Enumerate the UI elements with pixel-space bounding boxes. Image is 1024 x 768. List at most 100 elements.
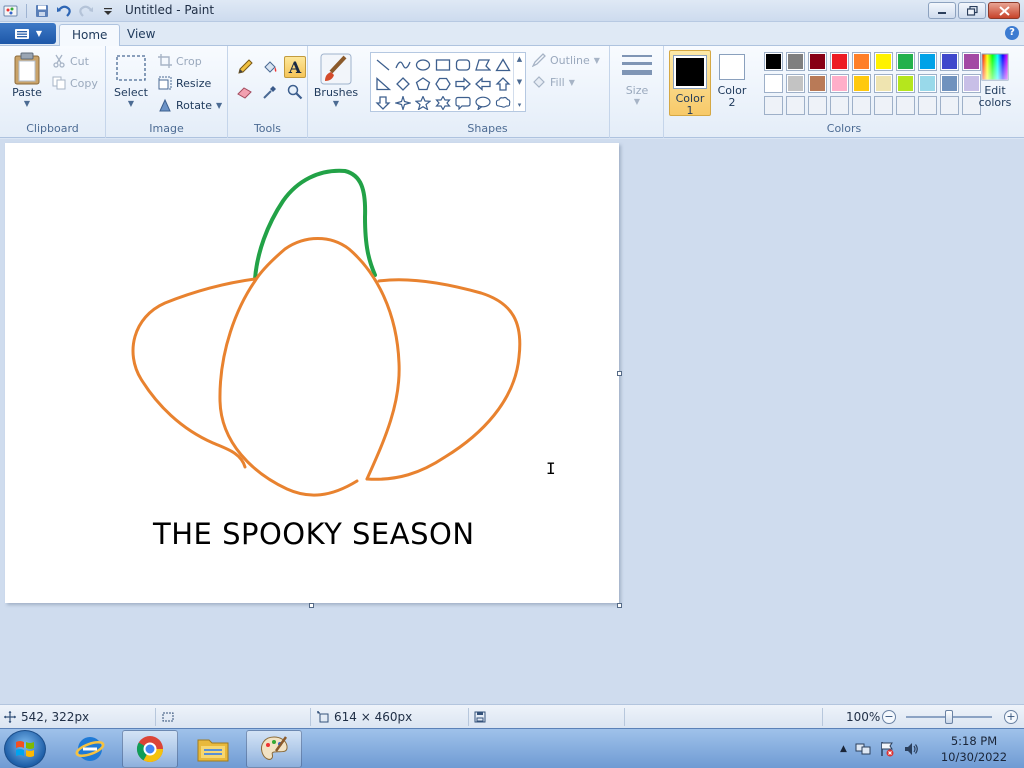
palette-swatch[interactable] bbox=[918, 52, 937, 71]
brushes-dropdown-icon[interactable]: ▼ bbox=[333, 99, 339, 108]
tab-view[interactable]: View bbox=[115, 24, 167, 46]
palette-swatch[interactable] bbox=[852, 52, 871, 71]
size-dropdown-icon[interactable]: ▼ bbox=[634, 97, 640, 106]
palette-swatch[interactable] bbox=[786, 52, 805, 71]
color-picker-icon[interactable] bbox=[259, 81, 281, 103]
undo-icon[interactable] bbox=[55, 2, 73, 20]
taskbar-clock[interactable]: 5:18 PM 10/30/2022 bbox=[932, 733, 1016, 765]
palette-swatch[interactable] bbox=[830, 52, 849, 71]
six-point-star-shape-icon[interactable] bbox=[433, 93, 453, 112]
palette-empty-slot[interactable] bbox=[918, 96, 937, 115]
four-point-star-shape-icon[interactable] bbox=[393, 93, 413, 112]
hexagon-shape-icon[interactable] bbox=[433, 74, 453, 93]
action-center-icon[interactable] bbox=[879, 741, 895, 757]
resize-handle-right[interactable] bbox=[617, 371, 622, 376]
polygon-shape-icon[interactable] bbox=[473, 55, 493, 74]
palette-swatch[interactable] bbox=[874, 74, 893, 93]
cut-button[interactable]: Cut bbox=[52, 51, 89, 71]
rounded-rectangle-shape-icon[interactable] bbox=[453, 55, 473, 74]
minimize-button[interactable] bbox=[928, 2, 956, 19]
zoom-slider-thumb[interactable] bbox=[945, 710, 953, 724]
five-point-star-shape-icon[interactable] bbox=[413, 93, 433, 112]
palette-empty-slot[interactable] bbox=[874, 96, 893, 115]
palette-swatch[interactable] bbox=[918, 74, 937, 93]
palette-swatch[interactable] bbox=[808, 74, 827, 93]
oval-callout-shape-icon[interactable] bbox=[473, 93, 493, 112]
triangle-shape-icon[interactable] bbox=[493, 55, 513, 74]
fill-button[interactable]: Fill ▼ bbox=[532, 72, 575, 92]
palette-swatch[interactable] bbox=[852, 74, 871, 93]
palette-empty-slot[interactable] bbox=[852, 96, 871, 115]
size-button[interactable]: Size ▼ bbox=[618, 52, 656, 106]
zoom-in-button[interactable]: + bbox=[1004, 710, 1018, 724]
palette-empty-slot[interactable] bbox=[808, 96, 827, 115]
rounded-callout-shape-icon[interactable] bbox=[453, 93, 473, 112]
right-arrow-shape-icon[interactable] bbox=[453, 74, 473, 93]
resize-handle-bottom[interactable] bbox=[309, 603, 314, 608]
paint-app-icon[interactable] bbox=[2, 2, 20, 20]
palette-empty-slot[interactable] bbox=[940, 96, 959, 115]
close-button[interactable] bbox=[988, 2, 1020, 19]
fill-bucket-icon[interactable] bbox=[259, 56, 281, 78]
scroll-up-icon[interactable]: ▲ bbox=[517, 55, 522, 63]
palette-swatch[interactable] bbox=[940, 52, 959, 71]
palette-swatch[interactable] bbox=[940, 74, 959, 93]
redo-icon[interactable] bbox=[77, 2, 95, 20]
palette-empty-slot[interactable] bbox=[764, 96, 783, 115]
customize-qat-icon[interactable] bbox=[99, 2, 117, 20]
palette-swatch[interactable] bbox=[808, 52, 827, 71]
resize-button[interactable]: Resize bbox=[158, 73, 211, 93]
select-button[interactable]: Select ▼ bbox=[114, 54, 148, 108]
eraser-icon[interactable] bbox=[234, 81, 256, 103]
copy-button[interactable]: Copy bbox=[52, 73, 98, 93]
right-triangle-shape-icon[interactable] bbox=[373, 74, 393, 93]
cloud-callout-shape-icon[interactable] bbox=[493, 93, 513, 112]
resize-handle-corner[interactable] bbox=[617, 603, 622, 608]
rotate-dropdown-icon[interactable]: ▼ bbox=[216, 101, 222, 110]
paste-dropdown-icon[interactable]: ▼ bbox=[24, 99, 30, 108]
expand-gallery-icon[interactable]: ▾ bbox=[518, 101, 522, 109]
palette-swatch[interactable] bbox=[764, 52, 783, 71]
scroll-down-icon[interactable]: ▼ bbox=[517, 78, 522, 86]
down-arrow-shape-icon[interactable] bbox=[373, 93, 393, 112]
palette-swatch[interactable] bbox=[786, 74, 805, 93]
restore-button[interactable] bbox=[958, 2, 986, 19]
paint-menu-button[interactable]: ▼ bbox=[0, 23, 56, 44]
up-arrow-shape-icon[interactable] bbox=[493, 74, 513, 93]
pencil-icon[interactable] bbox=[234, 56, 256, 78]
shapes-scrollbar[interactable]: ▲ ▼ ▾ bbox=[513, 53, 525, 111]
palette-swatch[interactable] bbox=[896, 74, 915, 93]
palette-empty-slot[interactable] bbox=[786, 96, 805, 115]
start-button[interactable] bbox=[4, 730, 46, 768]
show-hidden-icons-icon[interactable]: ▲ bbox=[840, 744, 847, 754]
outline-button[interactable]: Outline ▼ bbox=[532, 50, 600, 70]
left-arrow-shape-icon[interactable] bbox=[473, 74, 493, 93]
network-icon[interactable] bbox=[855, 741, 871, 757]
canvas-work-area[interactable]: THE SPOOKY SEASON I bbox=[0, 139, 1024, 704]
taskbar-ie-button[interactable] bbox=[62, 730, 118, 768]
palette-swatch[interactable] bbox=[764, 74, 783, 93]
crop-button[interactable]: Crop bbox=[158, 51, 202, 71]
edit-colors-button[interactable]: Edit colors bbox=[974, 52, 1016, 109]
help-icon[interactable]: ? bbox=[1005, 26, 1019, 40]
palette-swatch[interactable] bbox=[874, 52, 893, 71]
taskbar-paint-button[interactable] bbox=[246, 730, 302, 768]
taskbar-chrome-button[interactable] bbox=[122, 730, 178, 768]
palette-empty-slot[interactable] bbox=[896, 96, 915, 115]
color1-button[interactable]: Color 1 bbox=[669, 50, 711, 117]
fill-dropdown-icon[interactable]: ▼ bbox=[569, 78, 575, 87]
palette-empty-slot[interactable] bbox=[830, 96, 849, 115]
taskbar-explorer-button[interactable] bbox=[185, 730, 241, 768]
brushes-button[interactable]: Brushes ▼ bbox=[314, 52, 358, 108]
magnifier-icon[interactable] bbox=[284, 81, 306, 103]
curve-shape-icon[interactable] bbox=[393, 55, 413, 74]
save-icon[interactable] bbox=[33, 2, 51, 20]
line-shape-icon[interactable] bbox=[373, 55, 393, 74]
zoom-out-button[interactable]: − bbox=[882, 710, 896, 724]
oval-shape-icon[interactable] bbox=[413, 55, 433, 74]
diamond-shape-icon[interactable] bbox=[393, 74, 413, 93]
outline-dropdown-icon[interactable]: ▼ bbox=[594, 56, 600, 65]
volume-icon[interactable] bbox=[903, 741, 919, 757]
palette-swatch[interactable] bbox=[830, 74, 849, 93]
text-icon[interactable]: A bbox=[284, 56, 306, 78]
